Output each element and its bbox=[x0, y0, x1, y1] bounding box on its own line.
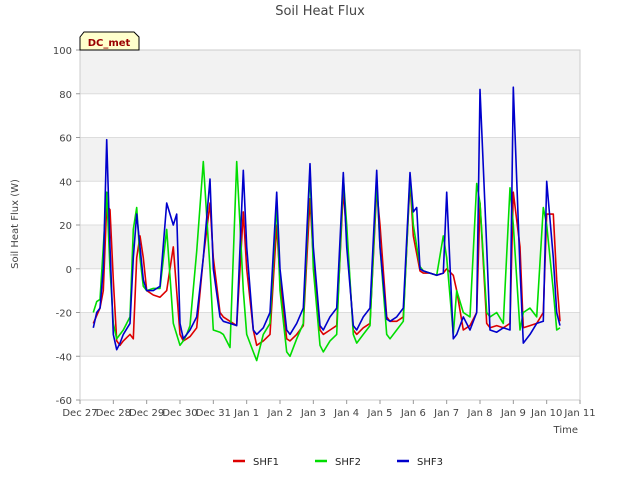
x-tick-label: Jan 1 bbox=[233, 408, 259, 419]
x-tick-label: Dec 30 bbox=[162, 408, 197, 419]
x-tick-label: Dec 28 bbox=[96, 408, 131, 419]
station-tag: DC_met bbox=[79, 31, 140, 51]
x-tick-label: Jan 8 bbox=[467, 408, 493, 419]
x-tick-label: Jan 2 bbox=[267, 408, 293, 419]
band bbox=[80, 225, 580, 269]
x-tick-label: Jan 3 bbox=[300, 408, 326, 419]
x-tick-label: Jan 9 bbox=[500, 408, 526, 419]
chart-title: Soil Heat Flux bbox=[275, 4, 365, 19]
x-tick-label: Jan 7 bbox=[433, 408, 459, 419]
x-tick-label: Dec 31 bbox=[196, 408, 231, 419]
band bbox=[80, 50, 580, 94]
legend-label-shf1: SHF1 bbox=[253, 457, 279, 468]
legend-label-shf2: SHF2 bbox=[335, 457, 361, 468]
plot-background-bands bbox=[80, 50, 580, 357]
y-tick-label: -20 bbox=[56, 309, 72, 320]
y-tick-label: 0 bbox=[66, 265, 72, 276]
x-axis-ticks: Dec 27Dec 28Dec 29Dec 30Dec 31 Jan 1 Jan 2… bbox=[62, 400, 596, 419]
y-tick-label: 80 bbox=[59, 90, 72, 101]
y-tick-label: -40 bbox=[56, 352, 72, 363]
x-tick-label: Jan 4 bbox=[333, 408, 359, 419]
x-tick-label: Dec 29 bbox=[129, 408, 164, 419]
band bbox=[80, 312, 580, 357]
band bbox=[80, 137, 580, 182]
y-tick-label: 60 bbox=[59, 134, 72, 145]
y-tick-label: -60 bbox=[56, 396, 72, 407]
y-tick-label: 100 bbox=[53, 46, 72, 57]
legend-label-shf3: SHF3 bbox=[417, 457, 443, 468]
x-tick-label: Jan 10 bbox=[530, 408, 562, 419]
soil-heat-flux-chart: Soil Heat Flux -60 -40 -20 0 20 40 60 80 100 Dec… bbox=[10, 4, 596, 468]
x-tick-label: Dec 27 bbox=[62, 408, 97, 419]
y-axis-ticks: -60 -40 -20 0 20 40 60 80 100 bbox=[53, 46, 80, 407]
y-tick-label: 20 bbox=[59, 221, 72, 232]
y-tick-label: 40 bbox=[59, 177, 72, 188]
x-tick-label: Jan 6 bbox=[400, 408, 426, 419]
x-tick-label: Jan 5 bbox=[367, 408, 393, 419]
x-tick-label: Jan 11 bbox=[563, 408, 595, 419]
station-tag-text: DC_met bbox=[88, 38, 131, 49]
y-axis-label: Soil Heat Flux (W) bbox=[10, 179, 21, 269]
x-axis-label: Time bbox=[553, 425, 578, 436]
legend: SHF1 SHF2 SHF3 bbox=[233, 457, 443, 468]
series-line-shf3 bbox=[92, 86, 561, 351]
